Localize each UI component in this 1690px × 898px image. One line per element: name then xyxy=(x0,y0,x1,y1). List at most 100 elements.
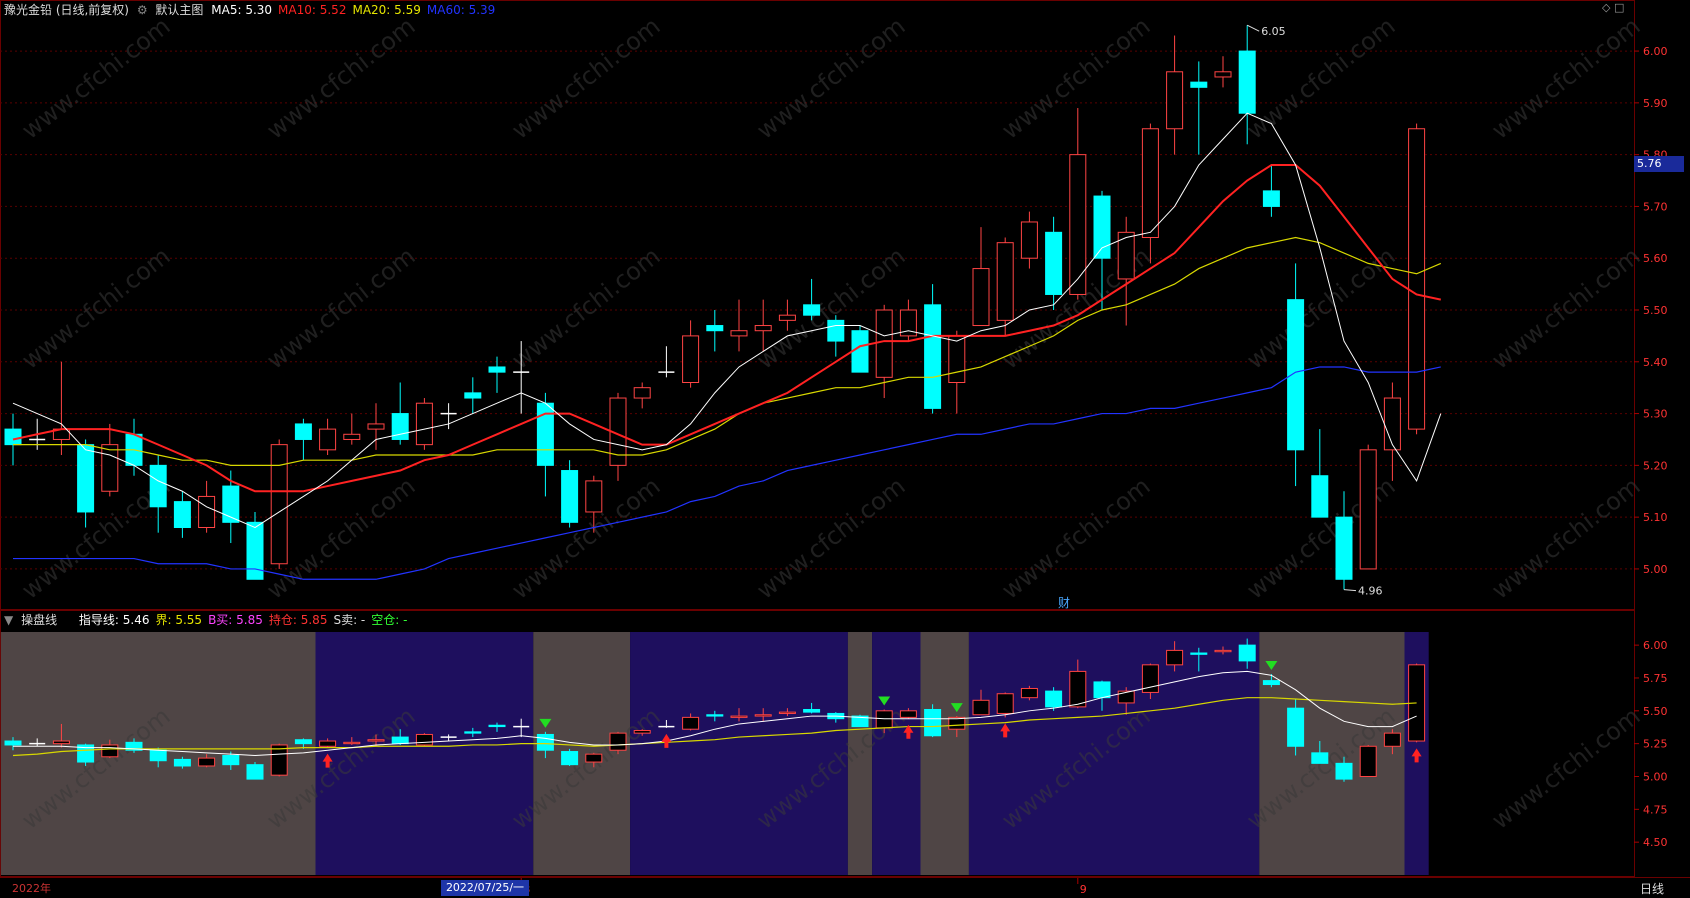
main-chart-toggle-icon[interactable]: ⚙ xyxy=(137,3,148,17)
candle-body xyxy=(996,693,1014,714)
watermark-text: www.cfchi.com xyxy=(751,472,910,605)
main-chart-label[interactable]: 默认主图 xyxy=(155,3,203,17)
watermark-text: www.cfchi.com xyxy=(506,242,665,375)
watermark-text: www.cfchi.com xyxy=(1486,702,1645,835)
watermark-text: www.cfchi.com xyxy=(996,12,1155,145)
candle-body xyxy=(1020,221,1038,259)
low-label: 4.96 xyxy=(1358,585,1383,598)
candle-body xyxy=(4,740,22,746)
watermark-text: www.cfchi.com xyxy=(1486,12,1645,145)
candle-body xyxy=(270,444,288,565)
signal-band xyxy=(630,632,848,875)
candle-body xyxy=(173,501,191,529)
watermark-text: www.cfchi.com xyxy=(1486,242,1645,375)
candle-body xyxy=(464,731,482,734)
diamond-icon[interactable]: ◇ xyxy=(1602,1,1610,14)
candle-body xyxy=(875,710,893,729)
candle-body xyxy=(1287,299,1305,451)
candle-body xyxy=(706,714,724,717)
indicator-name[interactable]: 操盘线 xyxy=(21,613,57,627)
candle-body xyxy=(1359,449,1377,570)
y-tick-label: 4.50 xyxy=(1643,836,1668,849)
candle-body xyxy=(561,470,579,523)
y-tick-label: 5.40 xyxy=(1643,356,1668,369)
chart-canvas[interactable]: 5.005.105.205.305.405.505.605.705.805.90… xyxy=(0,0,1690,898)
indicator-toggle-icon[interactable]: ▼ xyxy=(4,613,13,627)
candle-body xyxy=(1069,154,1087,295)
candle-body xyxy=(948,335,966,383)
y-tick-label: 5.50 xyxy=(1643,705,1668,718)
candle-body xyxy=(536,402,554,466)
candle-body xyxy=(1117,231,1135,280)
candle-body xyxy=(682,716,700,730)
candle-body xyxy=(1190,652,1208,655)
y-tick-label: 5.25 xyxy=(1643,738,1668,751)
candle-body xyxy=(149,464,167,508)
cursor-date-box: 2022/07/25/一 xyxy=(441,880,529,896)
watermark-text: www.cfchi.com xyxy=(16,242,175,375)
candle-body xyxy=(488,366,506,373)
candle-body xyxy=(1166,71,1184,130)
y-tick-label: 5.75 xyxy=(1643,672,1668,685)
indicator-legend-item: S卖: - xyxy=(333,613,366,627)
ma20-line xyxy=(13,236,1442,466)
high-marker xyxy=(1246,24,1260,32)
stock-title[interactable]: 豫光金铅 (日线,前复权) xyxy=(4,3,129,17)
candle-body xyxy=(1190,81,1208,88)
candle-body xyxy=(633,387,651,399)
ma60-line xyxy=(13,366,1441,580)
candle-body xyxy=(633,730,651,734)
financial-report-mark[interactable]: 财 xyxy=(1058,594,1070,611)
candle-body xyxy=(585,480,603,513)
ma-legend-item: MA20: 5.59 xyxy=(352,3,421,17)
candle-body xyxy=(1238,644,1256,662)
candle-body xyxy=(924,708,942,737)
candle-body xyxy=(1045,231,1063,295)
candle-body xyxy=(1335,516,1353,580)
high-label: 6.05 xyxy=(1261,25,1286,38)
candle-body xyxy=(730,715,748,718)
indicator-legend-item: 指导线: 5.46 xyxy=(78,613,150,627)
candle-body xyxy=(52,740,70,745)
candle-body xyxy=(1311,475,1329,518)
signal-band xyxy=(920,632,969,875)
y-tick-label: 6.00 xyxy=(1643,45,1668,58)
watermark-text: www.cfchi.com xyxy=(261,242,420,375)
candle-body xyxy=(101,744,119,758)
candle-body xyxy=(1335,762,1353,780)
candle-body xyxy=(319,428,337,451)
candle-body xyxy=(1408,128,1426,430)
ma-legend-item: MA10: 5.52 xyxy=(278,3,347,17)
indicator-legend: 指导线: 5.46 界: 5.55 B买: 5.85 持仓: 5.85 S卖: - 空仓:… xyxy=(79,613,414,627)
candle-body xyxy=(1262,190,1280,207)
candle-body xyxy=(851,330,869,373)
candle-body xyxy=(1020,687,1038,699)
candle-body xyxy=(101,444,119,492)
candle-body xyxy=(924,304,942,409)
candle-body xyxy=(827,319,845,342)
candle-body xyxy=(77,444,95,513)
candle-body xyxy=(1287,707,1305,747)
period-label[interactable]: 日线 xyxy=(1640,880,1664,897)
watermark-text: www.cfchi.com xyxy=(996,472,1155,605)
candle-body xyxy=(609,732,627,751)
candle-body xyxy=(1141,128,1159,238)
candle-body xyxy=(803,304,821,316)
candle-body xyxy=(536,733,554,751)
candle-body xyxy=(1359,745,1377,777)
square-icon[interactable]: □ xyxy=(1614,1,1624,14)
watermark-text: www.cfchi.com xyxy=(506,12,665,145)
indicator-legend-item: 界: 5.55 xyxy=(155,613,203,627)
candle-body xyxy=(149,749,167,762)
candle-body xyxy=(585,753,603,763)
candle-body xyxy=(246,521,264,580)
candle-body xyxy=(1383,732,1401,747)
y-tick-label: 5.60 xyxy=(1643,252,1668,265)
candle-body xyxy=(778,711,796,714)
indicator-legend-item: 持仓: 5.85 xyxy=(268,613,328,627)
candle-body xyxy=(464,392,482,399)
window-controls: ◇ □ xyxy=(1602,1,1624,14)
candle-body xyxy=(198,495,216,528)
y-tick-label: 5.90 xyxy=(1643,97,1668,110)
year-label: 2022年 xyxy=(12,882,51,895)
